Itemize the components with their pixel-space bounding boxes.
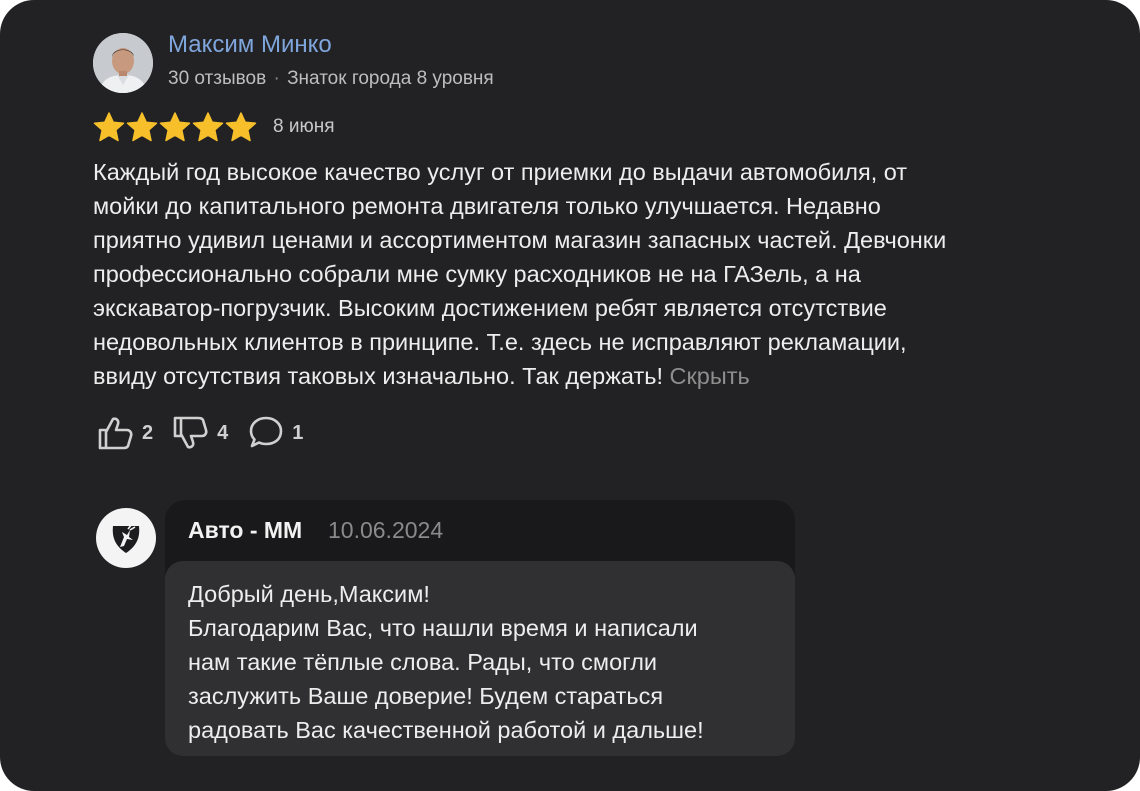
review-text-line: ввиду отсутствия таковых изначально. Так…	[93, 359, 1053, 393]
thumbs-down-icon	[173, 416, 208, 449]
star-icon	[93, 112, 125, 142]
like-button[interactable]: 2	[96, 413, 153, 453]
dislikes-count: 4	[217, 421, 229, 444]
comments-count: 1	[292, 421, 304, 444]
review-text-line: Каждый год высокое качество услуг от при…	[93, 155, 1053, 189]
company-name[interactable]: Авто - ММ	[188, 517, 302, 544]
rating-stars	[93, 112, 257, 142]
reply-text-line: заслужить Ваше доверие! Будем стараться	[188, 683, 664, 709]
author-avatar[interactable]	[93, 33, 153, 93]
review-text-line-content: профессионально собрали мне сумку расход…	[93, 261, 861, 287]
star-icon	[126, 112, 158, 142]
star-icon	[225, 112, 257, 142]
hide-text-link[interactable]: Скрыть	[670, 363, 750, 389]
reviews-count[interactable]: 30 отзывов	[168, 68, 266, 89]
reply-text: Добрый день,Максим! Благодарим Вас, что н…	[188, 577, 704, 747]
reply-text-line: Добрый день,Максим!	[188, 581, 430, 607]
star-icon	[192, 112, 224, 142]
author-badge[interactable]: Знаток города 8 уровня	[287, 68, 494, 89]
reply-text-line: радовать Вас качественной работой и даль…	[188, 717, 704, 743]
comment-bubble-icon	[249, 416, 283, 448]
review-text-line-content: ввиду отсутствия таковых изначально. Так…	[93, 363, 664, 389]
review-text-line: недовольных клиентов в принципе. Т.е. зд…	[93, 325, 1053, 359]
reply-text-line: нам такие тёплые слова. Рады, что смогли	[188, 649, 658, 675]
dislike-button[interactable]: 4	[171, 413, 228, 453]
review-text: Каждый год высокое качество услуг от при…	[93, 155, 1053, 393]
reply-date: 10.06.2024	[328, 517, 444, 543]
review-text-line: профессионально собрали мне сумку расход…	[93, 257, 1053, 291]
review-text-line-content: приятно удивил ценами и ассортиментом ма…	[93, 227, 947, 253]
likes-count: 2	[142, 421, 154, 444]
review-text-line-content: недовольных клиентов в принципе. Т.е. зд…	[93, 329, 907, 355]
review-card: Максим Минко 30 отзывов · Знаток города …	[0, 0, 1140, 791]
company-avatar[interactable]	[96, 508, 156, 568]
review-text-line: приятно удивил ценами и ассортиментом ма…	[93, 223, 1053, 257]
author-name[interactable]: Максим Минко	[168, 31, 332, 59]
author-meta: 30 отзывов · Знаток города 8 уровня	[168, 68, 494, 90]
thumbs-up-icon	[98, 417, 133, 450]
meta-separator: ·	[273, 68, 280, 89]
gaz-deer-logo-icon	[112, 523, 140, 553]
review-text-line-content: экскаватор-погрузчик. Высоким достижение…	[93, 295, 887, 321]
user-photo-icon	[93, 33, 153, 93]
comments-button[interactable]: 1	[246, 413, 303, 453]
star-icon	[159, 112, 191, 142]
review-text-line-content: Каждый год высокое качество услуг от при…	[93, 159, 908, 185]
review-actions: 2 4 1	[96, 413, 321, 453]
review-text-line: экскаватор-погрузчик. Высоким достижение…	[93, 291, 1053, 325]
reply-text-line: Благодарим Вас, что нашли время и написа…	[188, 615, 698, 641]
review-text-line: мойки до капитального ремонта двигателя …	[93, 189, 1053, 223]
review-date: 8 июня	[273, 116, 335, 137]
review-text-line-content: мойки до капитального ремонта двигателя …	[93, 193, 881, 219]
